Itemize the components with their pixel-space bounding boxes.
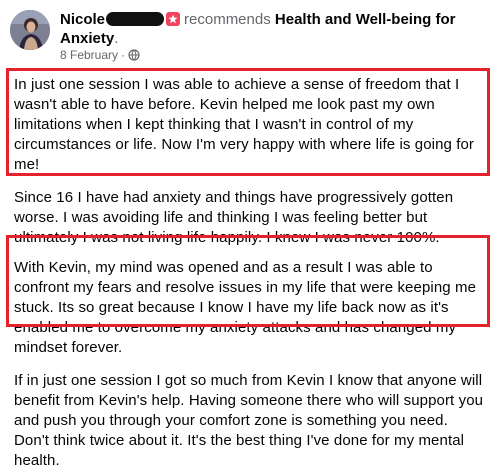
avatar-photo xyxy=(10,10,50,50)
recommends-text: recommends xyxy=(184,11,271,28)
post-paragraph-2: Since 16 I have had anxiety and things h… xyxy=(14,189,454,246)
post-header: Nicole recommends Health and Well-being f… xyxy=(0,0,494,64)
post-body: In just one session I was able to achiev… xyxy=(12,71,486,471)
avatar[interactable] xyxy=(10,10,50,50)
post-meta: 8 February · xyxy=(60,48,140,64)
redacted-surname xyxy=(106,12,165,26)
post-headline: Nicole recommends Health and Well-being f… xyxy=(60,10,480,48)
post-paragraph-3: With Kevin, my mind was opened and as a … xyxy=(14,259,477,356)
meta-dot: · xyxy=(121,48,126,62)
author-name[interactable]: Nicole xyxy=(60,11,105,28)
post-date[interactable]: 8 February xyxy=(60,48,118,62)
post-paragraph-4: If in just one session I got so much fro… xyxy=(14,372,484,469)
post-paragraph-1: In just one session I was able to achiev… xyxy=(14,76,475,173)
globe-icon xyxy=(128,49,140,64)
page-name-suffix: . xyxy=(114,30,119,47)
recommend-star-icon xyxy=(166,12,181,26)
